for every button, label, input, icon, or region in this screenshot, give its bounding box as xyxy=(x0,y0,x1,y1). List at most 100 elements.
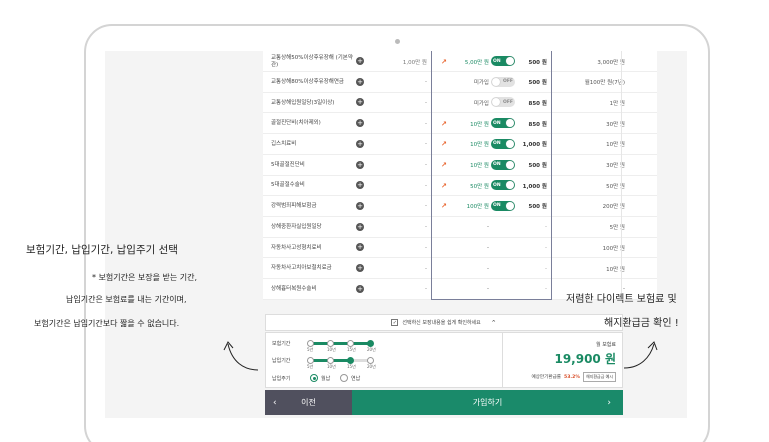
base-amount: - xyxy=(425,203,427,210)
slider-stop[interactable] xyxy=(306,357,314,364)
coverage-name: 5대골절수술비 xyxy=(271,182,305,189)
coverage-limit: 100만 원 xyxy=(602,245,625,252)
slider-stop[interactable] xyxy=(326,357,334,364)
coverage-toggle[interactable]: ON xyxy=(491,118,515,129)
coverage-summary-bar[interactable]: ✓ 선택하신 보장내용을 쉽게 확인하세요 ⌃ xyxy=(265,314,623,331)
slider-tick-label: 5년 xyxy=(307,364,314,369)
slider-stop[interactable] xyxy=(366,340,374,347)
refund-rate: 53.2% xyxy=(564,374,580,380)
slider-tick-label: 5년 xyxy=(307,347,314,352)
coverage-limit: 1만 원 xyxy=(609,100,625,107)
screen: 교통상해50%이상후유장해 (기본약관) +1,00만 원 ↗ 5,00만 원 ON 50… xyxy=(105,51,687,418)
slider-fill xyxy=(310,342,370,345)
coverage-name: 강력범죄피해보험금 xyxy=(271,203,317,210)
base-amount: - xyxy=(425,79,427,86)
base-amount: 1,00만 원 xyxy=(402,59,427,66)
base-amount: - xyxy=(425,224,427,231)
base-amount: - xyxy=(425,286,427,293)
selected-amount: 미가입 xyxy=(473,100,489,107)
table-row: 깁스치료비 + - ↗ 10만 원 ON 1,000 원 10만 원 xyxy=(263,134,657,155)
coverage-name: 자동차사고성형치료비 xyxy=(271,244,322,251)
annotation-right-line2: 해지환급금 확인 ! xyxy=(604,318,679,329)
coverage-toggle[interactable]: OFF xyxy=(491,97,515,108)
coverage-limit: 월100만 원(7년) xyxy=(584,80,625,87)
add-icon[interactable]: + xyxy=(356,222,364,231)
add-icon[interactable]: + xyxy=(356,284,364,293)
pay-cycle-row: 납입주기 월납 연납 xyxy=(272,373,500,385)
slider-tick-label: 20년 xyxy=(367,364,376,369)
table-row: 교통상해50%이상후유장해 (기본약관) +1,00만 원 ↗ 5,00만 원 ON 50… xyxy=(263,51,657,72)
slider-stop[interactable] xyxy=(306,340,314,347)
pay-period-row: 납입기간 5년 10년 15년 20년 xyxy=(272,355,500,369)
coverage-premium: 850 원 xyxy=(528,100,547,107)
coverage-toggle[interactable]: ON xyxy=(491,159,515,170)
coverage-premium: - xyxy=(545,265,547,272)
radio-monthly[interactable] xyxy=(310,374,318,382)
coverage-limit: 50만 원 xyxy=(606,183,625,190)
refund-example-button[interactable]: 해지환급금 예시 xyxy=(582,372,616,382)
coverage-name: 교통상해80%이상후유장해연금 xyxy=(271,78,344,85)
column-divider xyxy=(621,51,622,300)
chevron-left-icon: ‹ xyxy=(273,397,277,408)
selected-amount: 10만 원 xyxy=(470,163,489,169)
plan-config-panel: 보험기간 5년 10년 15년 20년 납입기간 5년 10년 15년 20년 납입주기 월… xyxy=(265,332,503,388)
coverage-premium: 500 원 xyxy=(528,59,547,66)
slider-stop[interactable] xyxy=(346,340,354,347)
slider-stop[interactable] xyxy=(346,357,354,364)
table-row: 골절진단비(치아제외) + - ↗ 10만 원 ON 850 원 30만 원 xyxy=(263,113,657,135)
coverage-toggle[interactable]: OFF xyxy=(491,76,515,87)
radio-yearly[interactable] xyxy=(340,374,348,382)
selected-amount: 미가입 xyxy=(473,80,489,87)
annotation-arrow-left-icon xyxy=(223,341,259,371)
add-icon[interactable]: + xyxy=(356,57,364,65)
period-label: 보험기간 xyxy=(272,341,291,347)
coverage-toggle[interactable]: ON xyxy=(491,56,515,66)
table-row: 자동차사고치아보철치료금 + - - - 10만 원 xyxy=(263,258,657,279)
add-icon[interactable]: + xyxy=(356,160,364,169)
coverage-limit: 5만 원 xyxy=(609,225,625,232)
coverage-name: 상해중환자실입원일당 xyxy=(271,223,322,230)
add-icon[interactable]: + xyxy=(356,201,364,210)
coverage-premium: - xyxy=(545,224,547,231)
refund-info: 예상만기환급률 53.2% 해지환급금 예시 xyxy=(531,372,616,382)
coverage-premium: 500 원 xyxy=(528,163,547,169)
coverage-premium: - xyxy=(545,286,547,293)
period-slider[interactable] xyxy=(306,340,374,347)
add-icon[interactable]: + xyxy=(356,77,364,86)
coverage-name: 자동차사고치아보철치료금 xyxy=(271,265,332,272)
coverage-name: 교통상해50%이상후유장해 (기본약관) xyxy=(271,54,353,68)
coverage-toggle[interactable]: ON xyxy=(491,180,515,191)
add-icon[interactable]: + xyxy=(356,264,364,272)
base-amount: - xyxy=(425,162,427,168)
add-icon[interactable]: + xyxy=(356,119,364,128)
coverage-premium: 1,000 원 xyxy=(522,142,547,149)
coverage-toggle[interactable]: ON xyxy=(491,200,515,211)
chevron-right-icon: › xyxy=(607,397,611,408)
selected-amount: 5,00만 원 xyxy=(464,59,489,66)
refund-label: 예상만기환급률 xyxy=(531,375,562,380)
table-row: 강력범죄피해보험금 + - ↗ 100만 원 ON 500 원 200만 원 xyxy=(263,196,657,217)
selected-amount: - xyxy=(487,244,489,251)
radio-monthly-label: 월납 xyxy=(321,376,331,382)
add-icon[interactable]: + xyxy=(356,139,364,148)
coverage-toggle[interactable]: ON xyxy=(491,138,515,149)
annotation-left-line1: * 보험기간은 보장을 받는 기간, xyxy=(92,273,198,282)
trend-up-icon: ↗ xyxy=(441,119,447,128)
add-icon[interactable]: + xyxy=(356,98,364,107)
add-icon[interactable]: + xyxy=(356,243,364,252)
trend-up-icon: ↗ xyxy=(441,140,447,149)
checkbox-icon[interactable]: ✓ xyxy=(391,319,399,326)
table-row: 교통상해80%이상후유장해연금 + - 미가입 OFF 500 원 월100만 원(7년) xyxy=(263,72,657,93)
slider-stop[interactable] xyxy=(326,340,334,347)
slider-tick-label: 20년 xyxy=(367,347,376,352)
slider-stop[interactable] xyxy=(366,357,374,364)
join-button[interactable]: 가입하기 › xyxy=(352,390,623,415)
add-icon[interactable]: + xyxy=(356,181,364,190)
prev-button[interactable]: ‹ 이전 xyxy=(265,390,352,415)
pay-period-slider[interactable] xyxy=(306,357,374,364)
table-row: 5대골절수술비 + - ↗ 50만 원 ON 1,000 원 50만 원 xyxy=(263,175,657,197)
prev-button-label: 이전 xyxy=(301,398,316,407)
slider-tick-label: 10년 xyxy=(327,364,336,369)
chevron-up-icon[interactable]: ⌃ xyxy=(491,319,497,327)
table-row: 5대골절진단비 + - ↗ 10만 원 ON 500 원 30만 원 xyxy=(263,155,657,176)
